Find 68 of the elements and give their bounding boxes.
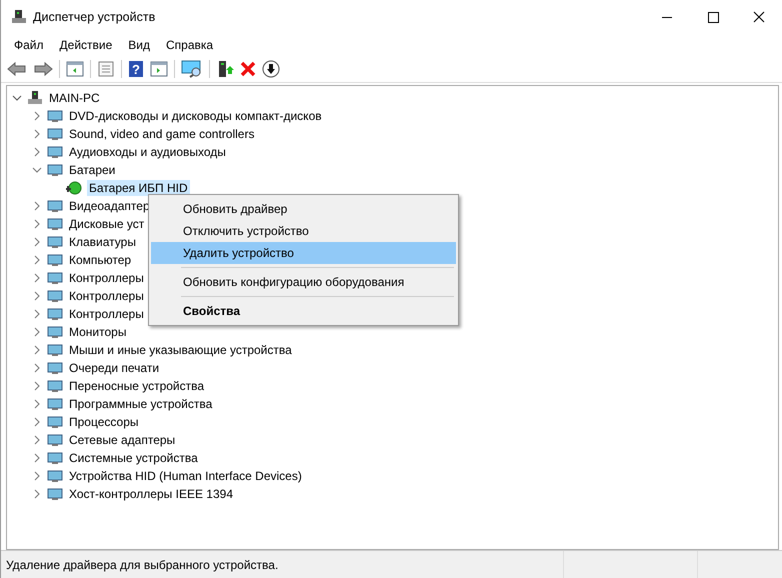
tree-item[interactable]: Дисковые уст [67, 216, 146, 232]
tree-item[interactable]: Очереди печати [67, 360, 162, 376]
context-menu-item[interactable]: Отключить устройство [151, 220, 456, 242]
delete-icon[interactable] [240, 61, 256, 77]
menu-item[interactable]: Справка [158, 38, 222, 52]
tree-item[interactable]: Сетевые адаптеры [67, 432, 178, 448]
forward-icon[interactable] [33, 61, 53, 77]
tree-item[interactable]: Мониторы [67, 324, 128, 340]
device-icon [47, 486, 63, 502]
device-icon [47, 396, 63, 412]
tree-item[interactable]: Батарея ИБП HID [87, 180, 190, 196]
tree-item[interactable]: Видеоадаптер [67, 198, 152, 214]
properties-icon[interactable] [97, 61, 115, 77]
device-icon [47, 270, 63, 286]
panel-icon[interactable] [150, 61, 168, 77]
device-icon [47, 288, 63, 304]
tree-item[interactable]: MAIN-PC [47, 90, 102, 106]
device-icon [47, 216, 63, 232]
tree-item[interactable]: Мыши и иные указывающие устройства [67, 342, 294, 358]
device-icon [47, 144, 63, 160]
context-menu-item[interactable]: Обновить драйвер [151, 198, 456, 220]
tree-item[interactable]: Контроллеры [67, 270, 146, 286]
device-icon [47, 432, 63, 448]
status-text: Удаление драйвера для выбранного устройства. [5, 558, 280, 572]
tree-item[interactable]: Клавиатуры [67, 234, 138, 250]
battery-icon [65, 180, 83, 196]
tree-item[interactable]: Аудиовходы и аудиовыходы [67, 144, 228, 160]
window-title: Диспетчер устройств [33, 10, 156, 24]
device-icon [47, 360, 63, 376]
device-icon [47, 450, 63, 466]
device-icon [47, 162, 63, 178]
context-menu-item[interactable]: Удалить устройство [151, 242, 456, 264]
device-icon [47, 378, 63, 394]
context-menu-item[interactable]: Обновить конфигурацию оборудования [151, 271, 456, 293]
tree-item[interactable]: Батареи [67, 162, 118, 178]
device-icon [47, 342, 63, 358]
tree-item[interactable]: Sound, video and game controllers [67, 126, 256, 142]
tree-item[interactable]: DVD-дисководы и дисководы компакт-дисков [67, 108, 324, 124]
tree-item[interactable]: Хост-контроллеры IEEE 1394 [67, 486, 235, 502]
device-icon [47, 324, 63, 340]
tree-item[interactable]: Контроллеры [67, 288, 146, 304]
tree-item[interactable]: Контроллеры [67, 306, 146, 322]
device-add-icon[interactable] [216, 60, 234, 78]
tree-item[interactable]: Процессоры [67, 414, 140, 430]
back-icon[interactable] [7, 61, 27, 77]
tree-item[interactable]: Программные устройства [67, 396, 214, 412]
tree-item[interactable]: Устройства HID (Human Interface Devices) [67, 468, 304, 484]
monitor-icon[interactable] [181, 60, 203, 78]
computer-icon [27, 90, 43, 106]
device-icon [47, 306, 63, 322]
device-icon [47, 414, 63, 430]
menu-item[interactable]: Файл [6, 38, 52, 52]
tree-item[interactable]: Компьютер [67, 252, 134, 268]
context-menu-item[interactable]: Свойства [151, 300, 456, 322]
device-icon [47, 234, 63, 250]
help-icon[interactable]: ? [128, 60, 144, 78]
menu-item[interactable]: Действие [52, 38, 120, 52]
device-icon [47, 468, 63, 484]
app-icon [11, 9, 27, 25]
menu-item[interactable]: Вид [120, 38, 158, 52]
device-icon [47, 108, 63, 124]
device-icon [47, 126, 63, 142]
download-icon[interactable] [262, 60, 280, 78]
panel-icon[interactable] [66, 61, 84, 77]
tree-item[interactable]: Системные устройства [67, 450, 200, 466]
device-icon [47, 198, 63, 214]
tree-item[interactable]: Переносные устройства [67, 378, 206, 394]
device-icon [47, 252, 63, 268]
